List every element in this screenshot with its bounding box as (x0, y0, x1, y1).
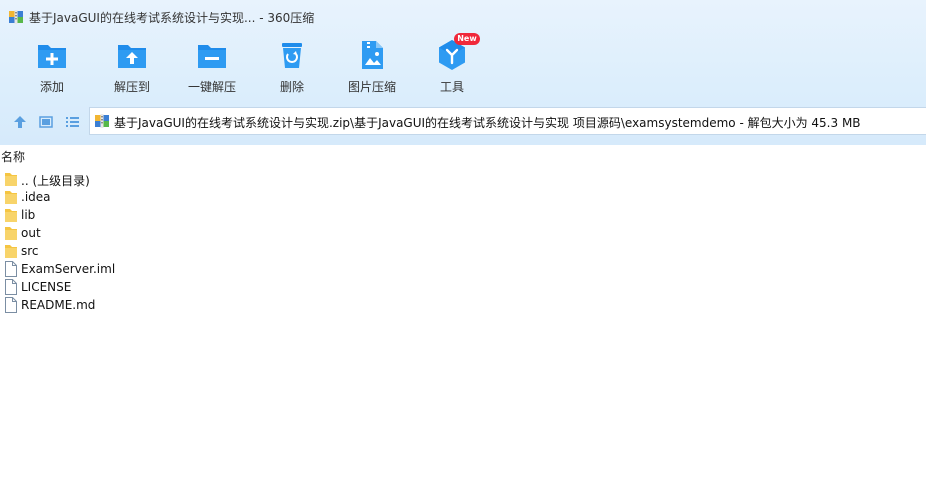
list-item-name: ExamServer.iml (21, 262, 116, 276)
list-item[interactable]: ExamServer.iml (4, 260, 304, 278)
list-item-name: .. (上级目录) (21, 174, 90, 188)
app-archive-icon (9, 10, 23, 24)
tools-button[interactable]: 工具 (414, 36, 490, 98)
window-chrome: 基于JavaGUI的在线考试系统设计与实现... - 360压缩 添加 解压到 (0, 0, 926, 145)
up-arrow-icon[interactable] (11, 113, 29, 131)
file-icon (5, 279, 17, 295)
folder-icon (5, 191, 17, 204)
path-address-bar[interactable]: 基于JavaGUI的在线考试系统设计与实现.zip\基于JavaGUI的在线考试… (89, 107, 926, 135)
delete-bin-icon (282, 43, 302, 68)
navigation-bar: 基于JavaGUI的在线考试系统设计与实现.zip\基于JavaGUI的在线考试… (0, 107, 926, 137)
list-item-name: README.md (21, 298, 96, 312)
list-item[interactable]: src (4, 242, 304, 260)
thumbnail-view-icon[interactable] (37, 113, 55, 131)
one-click-extract-icon (198, 45, 226, 68)
list-item-name: out (21, 226, 41, 240)
one-click-extract-label: 一键解压 (187, 80, 236, 94)
folder-icon (5, 227, 17, 240)
image-compress-icon (362, 41, 383, 69)
delete-button[interactable]: 删除 (254, 36, 330, 98)
list-item-name: src (21, 244, 39, 258)
add-button[interactable]: 添加 (14, 36, 90, 98)
window-title: 基于JavaGUI的在线考试系统设计与实现... - 360压缩 (29, 11, 315, 25)
extract-to-icon (118, 45, 146, 68)
file-icon (5, 297, 17, 313)
list-item[interactable]: LICENSE (4, 278, 304, 296)
list-item[interactable]: .idea (4, 188, 304, 206)
column-header-name[interactable]: 名称 (1, 148, 25, 165)
folder-icon (5, 209, 17, 222)
delete-label: 删除 (279, 80, 304, 94)
image-compress-label: 图片压缩 (347, 80, 396, 94)
folder-icon (5, 173, 17, 186)
list-item[interactable]: .. (上级目录) (4, 170, 304, 188)
one-click-extract-button[interactable]: 一键解压 (174, 36, 250, 98)
new-badge: New (454, 33, 480, 45)
list-item-name: lib (21, 208, 36, 222)
list-item-name: .idea (21, 190, 51, 204)
archive-path-icon (95, 114, 109, 128)
list-item[interactable]: README.md (4, 296, 304, 314)
toolbar: 添加 解压到 一键解压 删除 图片压缩 工具 (0, 36, 926, 98)
list-item[interactable]: out (4, 224, 304, 242)
path-text: 基于JavaGUI的在线考试系统设计与实现.zip\基于JavaGUI的在线考试… (114, 116, 861, 130)
add-folder-icon (38, 45, 66, 68)
list-view-icon[interactable] (63, 113, 81, 131)
add-label: 添加 (39, 80, 64, 94)
image-compress-button[interactable]: 图片压缩 (334, 36, 410, 98)
file-icon (5, 261, 17, 277)
list-item-name: LICENSE (21, 280, 72, 294)
tools-label: 工具 (439, 80, 464, 94)
extract-to-label: 解压到 (113, 80, 150, 94)
file-list: 名称 .. (上级目录) .idea lib out src ExamServe… (0, 145, 926, 488)
folder-icon (5, 245, 17, 258)
title-bar: 基于JavaGUI的在线考试系统设计与实现... - 360压缩 (0, 0, 926, 32)
list-item[interactable]: lib (4, 206, 304, 224)
extract-to-button[interactable]: 解压到 (94, 36, 170, 98)
